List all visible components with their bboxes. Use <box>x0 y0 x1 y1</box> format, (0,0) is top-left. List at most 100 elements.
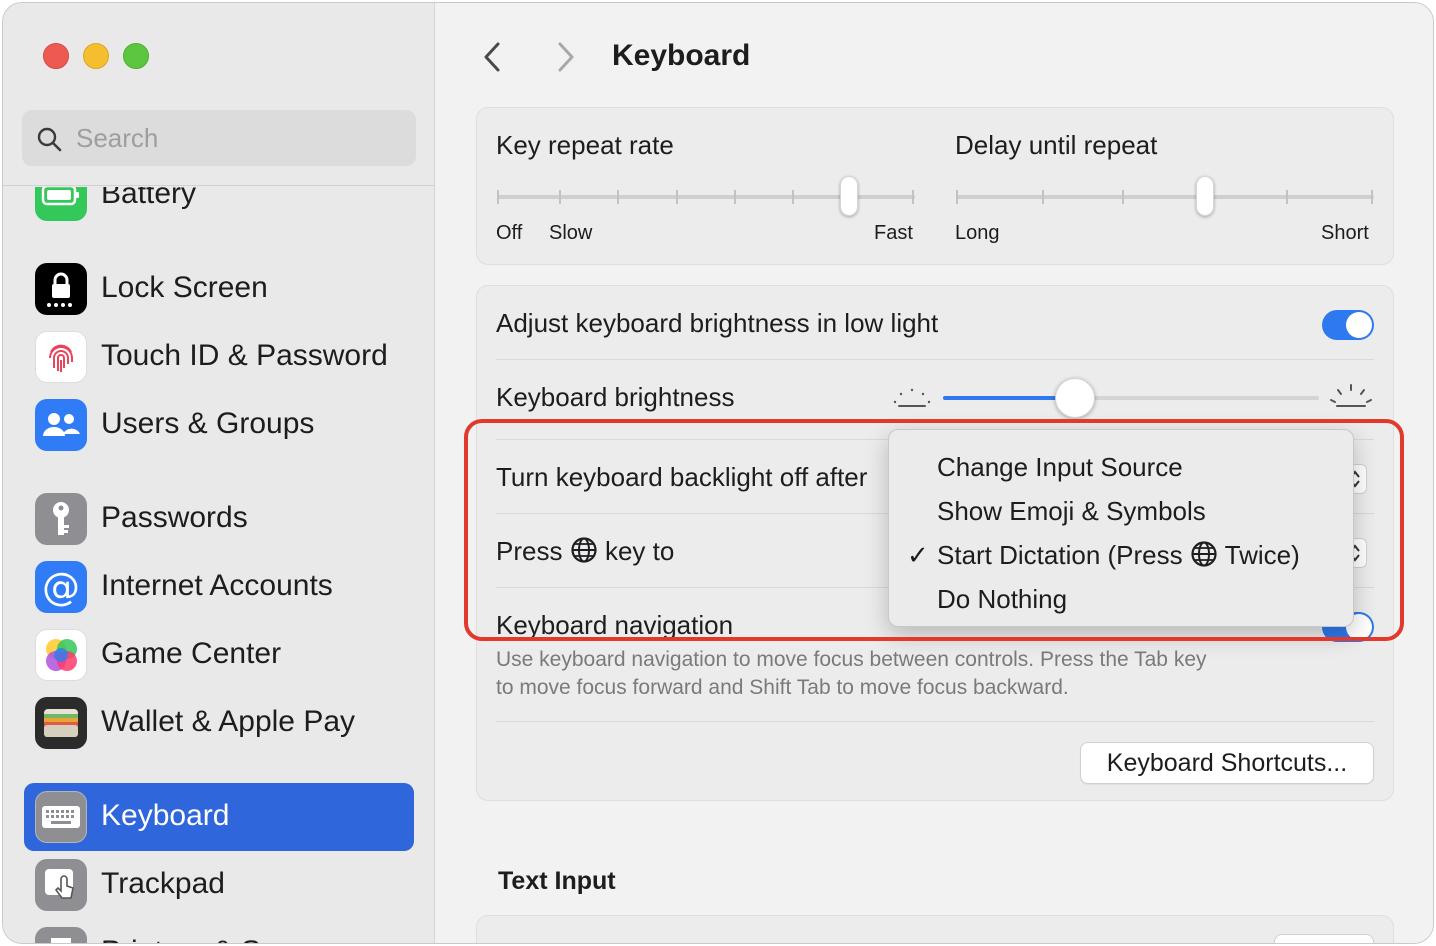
chevron-right-icon[interactable] <box>550 39 580 75</box>
sidebar-item-touch-id[interactable]: Touch ID & Password <box>24 323 414 391</box>
sidebar-item-label: Users & Groups <box>101 407 315 440</box>
sidebar: Battery Lock Screen Touch ID & Password … <box>3 3 435 943</box>
brightness-high-icon <box>1330 384 1372 407</box>
delay-long-label: Long <box>955 222 1000 244</box>
sidebar-item-users-groups[interactable]: Users & Groups <box>24 391 414 459</box>
keyboard-navigation-description-1: Use keyboard navigation to move focus be… <box>496 648 1207 671</box>
menu-item-do-nothing[interactable]: Do Nothing <box>889 576 1353 620</box>
sidebar-item-label: Keyboard <box>101 799 230 832</box>
keyboard-shortcuts-button[interactable]: Keyboard Shortcuts... <box>1080 742 1374 784</box>
key-repeat-slow-label: Slow <box>549 222 593 244</box>
game-center-icon <box>35 629 87 681</box>
brightness-low-icon <box>893 388 931 407</box>
menu-item-label: Do Nothing <box>937 584 1068 614</box>
globe-icon <box>1191 541 1217 567</box>
keyboard-navigation-label: Keyboard navigation <box>496 610 734 640</box>
slider-tick <box>1286 190 1288 204</box>
sidebar-item-keyboard[interactable]: Keyboard <box>24 783 414 851</box>
key-repeat-off-label: Off <box>496 222 523 244</box>
slider-tick <box>1122 190 1124 204</box>
slider-tick <box>1371 190 1373 204</box>
menu-item-label: Show Emoji & Symbols <box>937 496 1206 526</box>
slider-tick <box>1042 190 1044 204</box>
wallet-icon <box>35 697 87 749</box>
sidebar-item-lock-screen[interactable]: Lock Screen <box>24 255 414 323</box>
press-label: Press <box>496 536 563 566</box>
sidebar-item-label: Internet Accounts <box>101 569 333 602</box>
row-divider <box>496 359 1374 360</box>
sidebar-item-label: Game Center <box>101 637 282 670</box>
delay-repeat-knob[interactable] <box>1196 176 1214 216</box>
slider-tick <box>676 190 678 204</box>
sidebar-item-internet-accounts[interactable]: @ Internet Accounts <box>24 553 414 621</box>
backlight-off-label: Turn keyboard backlight off after <box>496 462 868 492</box>
slider-tick <box>734 190 736 204</box>
sidebar-item-passwords[interactable]: Passwords <box>24 485 414 553</box>
toggle-knob <box>1346 312 1372 338</box>
delay-short-label: Short <box>1321 222 1369 244</box>
slider-tick <box>912 190 914 204</box>
slider-tick <box>792 190 794 204</box>
main-pane: Keyboard Key repeat rate Delay until rep… <box>436 3 1433 943</box>
fingerprint-icon <box>35 331 87 383</box>
slider-tick <box>497 190 499 204</box>
slider-tick <box>559 190 561 204</box>
settings-window: Battery Lock Screen Touch ID & Password … <box>2 2 1434 944</box>
delay-repeat-label: Delay until repeat <box>955 130 1158 160</box>
trackpad-icon <box>35 859 87 911</box>
auto-brightness-label: Adjust keyboard brightness in low light <box>496 308 939 338</box>
menu-item-start-dictation[interactable]: ✓ Start Dictation (Press Twice) <box>889 532 1353 576</box>
minimize-window-button[interactable] <box>83 43 109 69</box>
sidebar-list: Battery Lock Screen Touch ID & Password … <box>3 187 435 943</box>
page-title: Keyboard <box>612 39 751 72</box>
key-repeat-knob[interactable] <box>840 176 858 216</box>
sidebar-divider <box>3 185 435 186</box>
sidebar-item-label: Wallet & Apple Pay <box>101 705 356 738</box>
lock-icon <box>35 263 87 315</box>
keyboard-navigation-description-2: to move focus forward and Shift Tab to m… <box>496 676 1069 699</box>
key-icon <box>35 493 87 545</box>
text-input-section-title: Text Input <box>498 867 616 895</box>
edit-button[interactable] <box>1274 934 1374 943</box>
press-globe-menu: Change Input Source Show Emoji & Symbols… <box>888 429 1354 627</box>
sidebar-item-trackpad[interactable]: Trackpad <box>24 851 414 919</box>
zoom-window-button[interactable] <box>123 43 149 69</box>
menu-item-show-emoji[interactable]: Show Emoji & Symbols <box>889 488 1353 532</box>
sidebar-item-label: Printers & Scanners <box>101 935 368 943</box>
slider-track <box>956 195 1374 199</box>
magnifying-glass-icon <box>37 127 62 152</box>
sidebar-item-wallet[interactable]: Wallet & Apple Pay <box>24 689 414 757</box>
auto-brightness-toggle[interactable] <box>1322 310 1374 340</box>
sidebar-item-label: Lock Screen <box>101 271 268 304</box>
users-icon <box>35 399 87 451</box>
key-repeat-label: Key repeat rate <box>496 130 674 160</box>
sidebar-item-printers[interactable]: Printers & Scanners <box>24 919 414 943</box>
sidebar-item-label: Passwords <box>101 501 248 534</box>
search-input[interactable] <box>76 120 396 156</box>
key-repeat-card: Key repeat rate Delay until repeat Off S… <box>476 107 1394 265</box>
twice-label: Twice) <box>1224 540 1300 570</box>
start-dictation-label: Start Dictation (Press <box>937 540 1183 570</box>
close-window-button[interactable] <box>43 43 69 69</box>
checkmark-icon: ✓ <box>907 540 929 570</box>
menu-item-label: Change Input Source <box>937 452 1183 482</box>
chevron-left-icon[interactable] <box>478 39 508 75</box>
sidebar-item-label: Battery <box>101 187 197 210</box>
sidebar-item-game-center[interactable]: Game Center <box>24 621 414 689</box>
menu-item-change-input-source[interactable]: Change Input Source <box>889 444 1353 488</box>
press-globe-label: Press key to <box>496 536 674 567</box>
brightness-knob[interactable] <box>1055 378 1095 418</box>
globe-icon <box>571 537 597 563</box>
slider-tick <box>956 190 958 204</box>
search-field[interactable] <box>22 110 416 166</box>
brightness-label: Keyboard brightness <box>496 382 735 412</box>
slider-tick <box>617 190 619 204</box>
key-to-label: key to <box>604 536 675 566</box>
key-repeat-fast-label: Fast <box>874 222 913 244</box>
sidebar-item-battery[interactable]: Battery <box>24 187 414 229</box>
at-icon: @ <box>35 561 87 613</box>
keyboard-icon <box>35 791 87 843</box>
row-divider <box>496 721 1374 722</box>
sidebar-item-label: Touch ID & Password <box>101 339 388 372</box>
sidebar-item-label: Trackpad <box>101 867 225 900</box>
